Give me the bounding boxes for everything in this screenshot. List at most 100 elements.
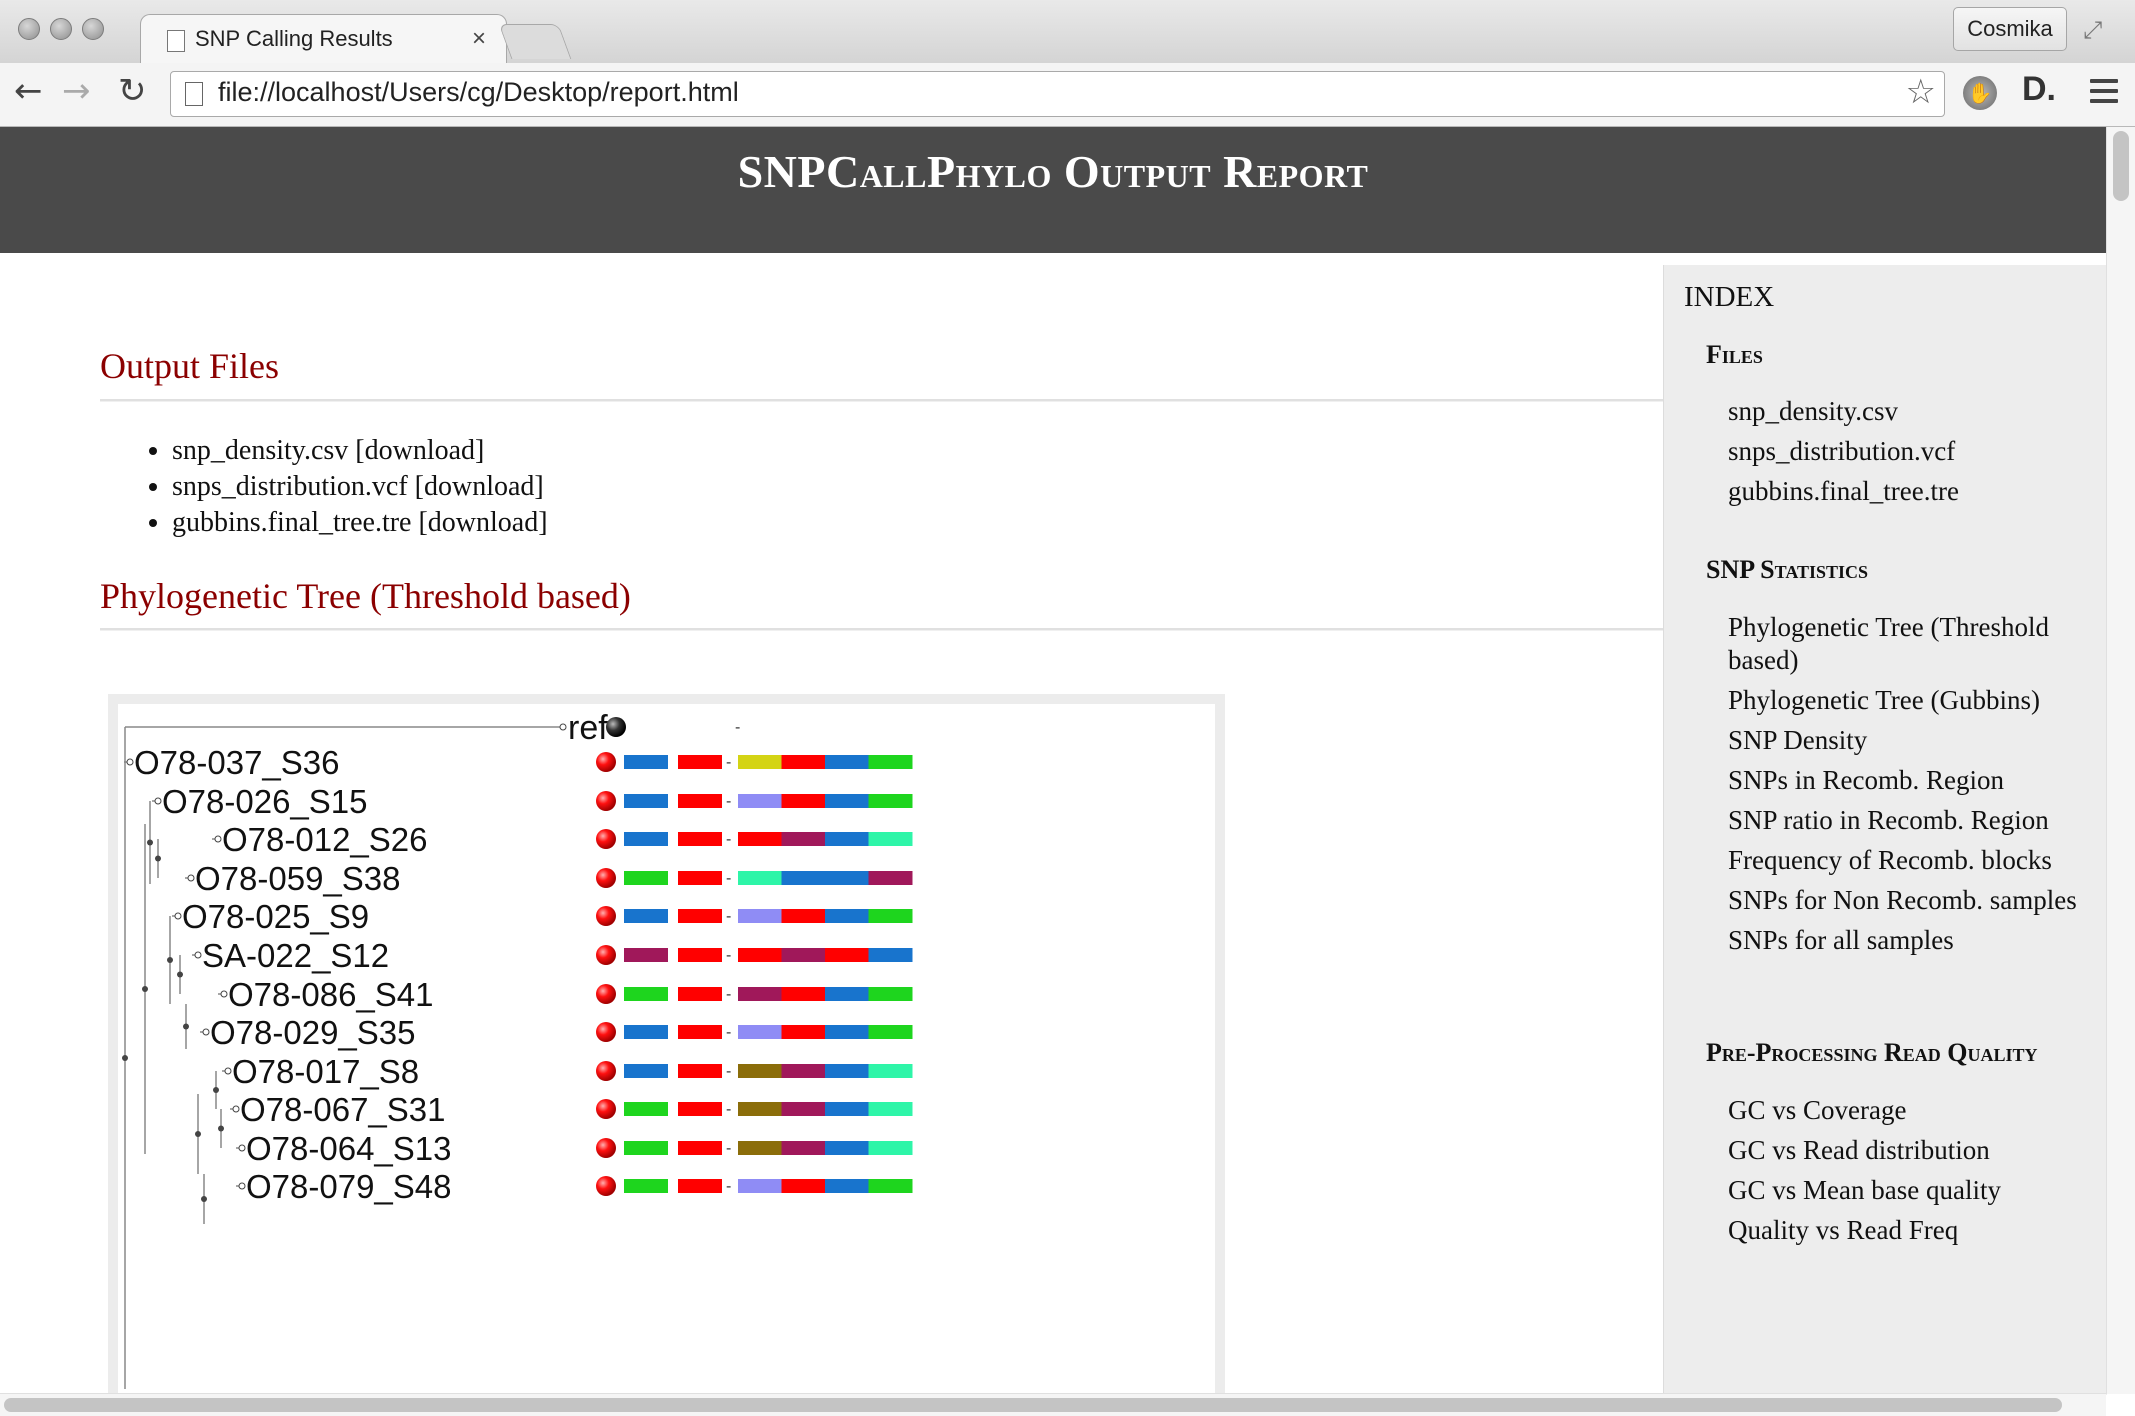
d-extension-icon[interactable]: D. bbox=[2022, 70, 2056, 109]
url-text[interactable]: file://localhost/Users/cg/Desktop/report… bbox=[218, 77, 739, 108]
snp-segment bbox=[868, 1025, 913, 1039]
snp-segment bbox=[868, 1064, 913, 1078]
leaf-node bbox=[220, 990, 228, 998]
tab-close-button[interactable]: × bbox=[472, 25, 486, 53]
snp-segment bbox=[738, 1025, 782, 1039]
snp-segment bbox=[738, 987, 782, 1001]
tab-title: SNP Calling Results bbox=[195, 26, 393, 51]
sidebar-link[interactable]: SNPs for all samples bbox=[1728, 924, 2098, 957]
sidebar-snp-list: Phylogenetic Tree (Threshold based) Phyl… bbox=[1728, 611, 2098, 964]
snp-block bbox=[678, 832, 722, 846]
snp-block bbox=[624, 794, 668, 808]
leaf-label: O78-029_S35 bbox=[210, 1014, 416, 1051]
internal-node bbox=[201, 1196, 207, 1202]
snp-segment bbox=[868, 832, 913, 846]
sidebar-link[interactable]: SNPs for Non Recomb. samples bbox=[1728, 884, 2098, 917]
snp-segment bbox=[781, 755, 826, 769]
snp-segment bbox=[868, 948, 913, 962]
leaf-node bbox=[154, 797, 162, 805]
internal-node bbox=[183, 1023, 189, 1030]
snp-segment bbox=[738, 832, 782, 846]
sidebar-link[interactable]: SNP ratio in Recomb. Region bbox=[1728, 804, 2098, 837]
sidebar-link[interactable]: snps_distribution.vcf bbox=[1728, 435, 2098, 468]
snp-segment bbox=[738, 1141, 782, 1155]
snp-segment bbox=[738, 1179, 782, 1193]
sidebar-link[interactable]: GC vs Mean base quality bbox=[1728, 1174, 2098, 1207]
internal-node bbox=[213, 1087, 219, 1093]
sidebar-quality-list: GC vs Coverage GC vs Read distribution G… bbox=[1728, 1094, 2098, 1254]
horizontal-scrollbar[interactable] bbox=[0, 1393, 2106, 1416]
snp-segment bbox=[738, 755, 782, 769]
sidebar-heading-files: Files bbox=[1706, 340, 1763, 369]
sidebar-link[interactable]: Phylogenetic Tree (Gubbins) bbox=[1728, 684, 2098, 717]
minimize-window-button[interactable] bbox=[50, 18, 72, 40]
leaf-node bbox=[187, 874, 195, 882]
snp-block bbox=[678, 1179, 722, 1193]
profile-button[interactable]: Cosmika bbox=[1953, 7, 2067, 51]
snp-block bbox=[624, 987, 668, 1001]
reload-icon[interactable]: ↻ bbox=[118, 71, 147, 111]
snp-dash: - bbox=[726, 986, 731, 1003]
sidebar-link[interactable]: Phylogenetic Tree (Threshold based) bbox=[1728, 611, 2098, 677]
forward-icon[interactable]: → bbox=[62, 71, 91, 111]
snp-block bbox=[678, 987, 722, 1001]
snp-segment bbox=[781, 794, 826, 808]
snp-block bbox=[678, 1025, 722, 1039]
snp-segment bbox=[781, 1179, 826, 1193]
leaf-node bbox=[238, 1182, 246, 1190]
section-divider bbox=[100, 399, 1663, 402]
vertical-scroll-thumb[interactable] bbox=[2113, 131, 2129, 201]
snp-block bbox=[678, 871, 722, 885]
snp-block bbox=[624, 1141, 668, 1155]
snp-segment bbox=[825, 1064, 869, 1078]
browser-titlebar: SNP Calling Results × Cosmika ⤢ bbox=[0, 0, 2135, 65]
star-icon[interactable]: ☆ bbox=[1906, 72, 1936, 112]
snp-dash: - bbox=[726, 908, 731, 925]
leaf-label: O78-037_S36 bbox=[134, 744, 340, 781]
snp-segment bbox=[868, 1179, 913, 1193]
file-item[interactable]: snps_distribution.vcf [download] bbox=[172, 469, 548, 505]
leaf-label: O78-026_S15 bbox=[162, 783, 368, 820]
address-bar[interactable]: file://localhost/Users/cg/Desktop/report… bbox=[170, 71, 1945, 117]
tree-canvas: ref O78-037_S36 O78-026_S15 O78-012_S26 O78-… bbox=[118, 704, 1215, 1394]
zoom-window-button[interactable] bbox=[82, 18, 104, 40]
leaf-node bbox=[232, 1105, 240, 1113]
file-item[interactable]: snp_density.csv [download] bbox=[172, 433, 548, 469]
snp-segment bbox=[825, 948, 869, 962]
snp-block bbox=[624, 1102, 668, 1116]
snp-segment bbox=[781, 1064, 826, 1078]
back-icon[interactable]: ← bbox=[14, 71, 43, 111]
sidebar-link[interactable]: snp_density.csv bbox=[1728, 395, 2098, 428]
vertical-scrollbar[interactable] bbox=[2106, 127, 2135, 1394]
sidebar-link[interactable]: gubbins.final_tree.tre bbox=[1728, 475, 2098, 508]
sidebar-link[interactable]: SNPs in Recomb. Region bbox=[1728, 764, 2098, 797]
sidebar-link[interactable]: SNP Density bbox=[1728, 724, 2098, 757]
close-window-button[interactable] bbox=[18, 18, 40, 40]
status-ball bbox=[596, 868, 616, 888]
hand-extension-icon[interactable]: ✋ bbox=[1963, 76, 1997, 110]
snp-segment bbox=[781, 1102, 826, 1116]
menu-icon[interactable] bbox=[2090, 79, 2118, 109]
snp-block bbox=[624, 1179, 668, 1193]
leaf-label: O78-059_S38 bbox=[195, 860, 401, 897]
browser-tab[interactable]: SNP Calling Results × bbox=[140, 14, 507, 65]
new-tab-button[interactable] bbox=[498, 24, 572, 59]
leaf-label: O78-025_S9 bbox=[182, 898, 369, 935]
horizontal-scroll-thumb[interactable] bbox=[4, 1398, 2062, 1412]
fullscreen-icon[interactable]: ⤢ bbox=[2083, 16, 2102, 44]
snp-segment bbox=[868, 987, 913, 1001]
output-files-list: snp_density.csv [download] snps_distribu… bbox=[134, 433, 548, 541]
sidebar-link[interactable]: Frequency of Recomb. blocks bbox=[1728, 844, 2098, 877]
snp-segment bbox=[738, 909, 782, 923]
sidebar-link[interactable]: GC vs Read distribution bbox=[1728, 1134, 2098, 1167]
internal-node bbox=[122, 1055, 128, 1061]
snp-segment bbox=[825, 755, 869, 769]
leaf-node bbox=[194, 951, 202, 959]
status-ball bbox=[596, 1138, 616, 1158]
status-ball bbox=[596, 752, 616, 772]
snp-segment bbox=[825, 832, 869, 846]
sidebar-link[interactable]: GC vs Coverage bbox=[1728, 1094, 2098, 1127]
sidebar-link[interactable]: Quality vs Read Freq bbox=[1728, 1214, 2098, 1247]
snp-segment bbox=[868, 794, 913, 808]
file-item[interactable]: gubbins.final_tree.tre [download] bbox=[172, 505, 548, 541]
